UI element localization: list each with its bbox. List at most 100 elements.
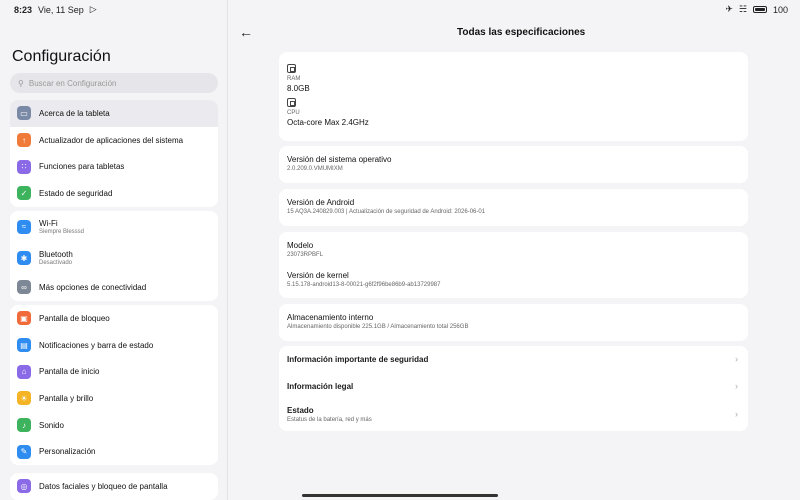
links-card: Información importante de seguridad › In… [279,346,748,431]
sidebar-item-label: Bluetooth [39,250,73,260]
sidebar-item-label: Funciones para tabletas [39,162,125,172]
sidebar-item-text: Personalización [39,447,95,456]
sidebar-item-text: Bluetooth Desactivado [39,250,73,266]
link-icon: ∞ [17,280,31,295]
home-indicator[interactable] [302,494,498,497]
sidebar-item-label: Notificaciones y barra de estado [39,340,154,350]
safety-info-label: Información importante de seguridad [287,354,429,364]
tablet-icon: ▭ [17,106,31,121]
shield-check-icon: ✓ [17,186,31,201]
fingerprint-icon: ◎ [17,479,31,494]
sidebar-item-text: Acerca de la tableta [39,109,110,118]
android-version-card[interactable]: Versión de Android 15 AQ3A.240829.003 | … [279,189,748,226]
sidebar-item[interactable]: ✱ Bluetooth Desactivado [10,243,218,275]
sidebar-item-text: Datos faciales y bloqueo de pantalla [39,482,168,491]
search-placeholder: Buscar en Configuración [28,78,117,88]
sidebar-item-text: Estado de seguridad [39,189,112,198]
sidebar-item-label: Personalización [39,447,96,457]
sidebar-item[interactable]: ▣ Pantalla de bloqueo [10,305,218,332]
sidebar-item-text: Wi-Fi Siempre Blesssd [39,219,84,235]
sidebar-item-text: Funciones para tabletas [39,162,124,171]
sidebar-item[interactable]: ◎ Datos faciales y bloqueo de pantalla [10,473,218,500]
sidebar-item-label: Acerca de la tableta [39,108,110,118]
back-arrow-icon[interactable]: ← [239,24,253,40]
kernel-title: Versión de kernel [287,271,349,280]
storage-card[interactable]: Almacenamiento interno Almacenamiento di… [279,304,748,341]
sidebar-item[interactable]: ▭ Acerca de la tableta [10,100,218,127]
sidebar-item-label: Datos faciales y bloqueo de pantalla [39,481,168,491]
android-version-value: 15 AQ3A.240829.003 | Actualización de se… [287,209,486,215]
page-title: Configuración [12,48,111,65]
legal-info-label: Información legal [287,381,354,391]
spec-cpu-value: Octa-core Max 2.4GHz [287,118,369,127]
sidebar-item-label: Pantalla de bloqueo [39,313,110,323]
sidebar-item-label: Más opciones de conectividad [39,282,147,292]
sidebar-item[interactable]: ✓ Estado de seguridad [10,180,218,207]
sidebar-item-label: Pantalla y brillo [39,393,94,403]
settings-sidebar: Configuración ⚲ Buscar en Configuración … [0,0,228,500]
sidebar-item-label: Wi-Fi [39,218,58,228]
sidebar-item-text: Pantalla y brillo [39,394,93,403]
search-icon: ⚲ [18,78,24,88]
arrow-up-icon: ↑ [17,133,31,148]
sidebar-item-text: Sonido [39,421,64,430]
sidebar-item[interactable]: ↑ Actualizador de aplicaciones del sistem… [10,127,218,154]
sidebar-item-label: Estado de seguridad [39,188,113,198]
specs-card: RAM 8.0GB CPU Octa-core Max 2.4GHz [279,52,748,141]
sidebar-item[interactable]: ✎ Personalización [10,438,218,465]
sound-icon: ♪ [17,418,31,433]
storage-value: Almacenamiento disponible 225.1GB / Alma… [287,324,469,330]
sidebar-item-label: Actualizador de aplicaciones del sistema [39,135,184,145]
sidebar-item[interactable]: ⌂ Pantalla de inicio [10,358,218,385]
spec-cpu-label: CPU [287,110,300,116]
spec-ram-label: RAM [287,76,301,82]
memory-icon [287,64,296,73]
chevron-right-icon: › [735,381,738,392]
sidebar-group: ▣ Pantalla de bloqueo ▤ Notificaciones y ba… [10,305,218,466]
search-input[interactable]: ⚲ Buscar en Configuración [10,73,218,93]
chevron-right-icon: › [735,354,738,365]
sidebar-group: ≈ Wi-Fi Siempre Blesssd ✱ Bluetooth Desactiva… [10,211,218,301]
sidebar-item-label: Sonido [39,420,64,430]
model-kernel-card: Modelo 23073RPBFL Versión de kernel 5.15… [279,232,748,298]
model-value: 23073RPBFL [287,252,324,258]
sidebar-group: ▭ Acerca de la tableta ↑ Actualizador de ap… [10,100,218,207]
status-link-label: Estado [287,405,314,415]
safety-info-link[interactable]: Información importante de seguridad › [287,346,740,373]
kernel-value: 5.15.178-android13-8-00021-g6f2f96be86b9… [287,282,441,288]
sidebar-item-sublabel: Desactivado [39,260,73,267]
android-version-title: Versión de Android [287,198,355,207]
sidebar-item-sublabel: Siempre Blesssd [39,228,85,235]
status-link-sub: Estatus de la batería, red y más [287,416,372,423]
legal-info-link[interactable]: Información legal › [287,373,740,400]
sun-icon: ☀ [17,391,31,406]
home-icon: ⌂ [17,364,31,379]
notification-icon: ▤ [17,338,31,353]
sidebar-item-label: Pantalla de inicio [39,367,100,377]
sidebar-item[interactable]: ♪ Sonido [10,412,218,439]
grid-icon: ∷ [17,159,31,174]
sidebar-item-text: Pantalla de bloqueo [39,314,110,323]
model-title: Modelo [287,241,314,250]
os-version-value: 2.0.209.0.VMUMIXM [287,166,343,172]
cpu-icon [287,98,296,107]
wifi-icon: ≈ [17,219,31,234]
sidebar-item[interactable]: ∞ Más opciones de conectividad [10,274,218,301]
sidebar-item[interactable]: ☀ Pantalla y brillo [10,385,218,412]
os-version-title: Versión del sistema operativo [287,155,392,164]
sidebar-item-text: Notificaciones y barra de estado [39,341,153,350]
sidebar-item[interactable]: ▤ Notificaciones y barra de estado [10,332,218,359]
sidebar-item-text: Más opciones de conectividad [39,283,146,292]
spec-cpu: CPU Octa-core Max 2.4GHz [287,98,740,127]
status-link[interactable]: Estado Estatus de la batería, red y más … [287,399,740,429]
bluetooth-icon: ✱ [17,251,31,266]
sidebar-item[interactable]: ≈ Wi-Fi Siempre Blesssd [10,211,218,243]
sidebar-item-text: Pantalla de inicio [39,367,99,376]
brush-icon: ✎ [17,444,31,459]
spec-ram: RAM 8.0GB [287,64,740,93]
detail-panel: ← Todas las especificaciones RAM 8.0GB C… [229,0,800,500]
storage-title: Almacenamiento interno [287,313,374,322]
sidebar-item[interactable]: ∷ Funciones para tabletas [10,153,218,180]
spec-ram-value: 8.0GB [287,84,310,93]
os-version-card[interactable]: Versión del sistema operativo 2.0.209.0.… [279,146,748,183]
